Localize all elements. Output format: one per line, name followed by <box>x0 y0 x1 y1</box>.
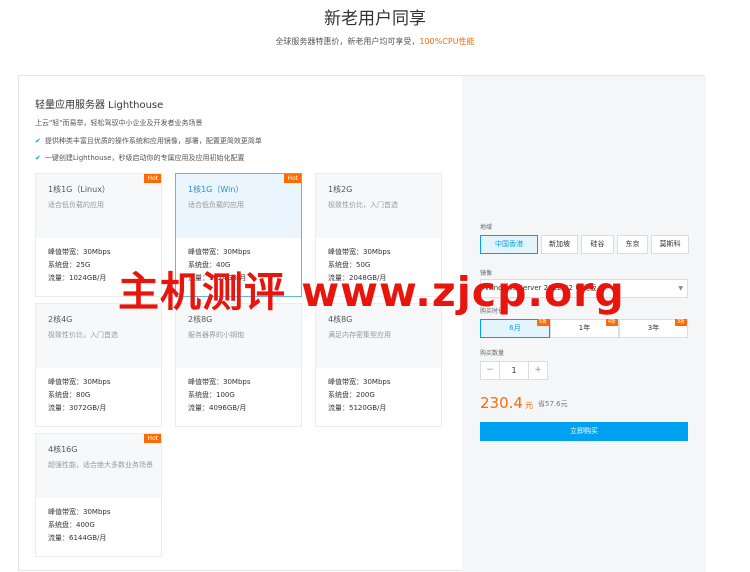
subtitle-text: 全球服务器特惠价，新老用户均可享受， <box>275 37 420 46</box>
plan-bandwidth: 峰值带宽：30Mbps <box>188 378 251 386</box>
plan-disk: 系统盘：200G <box>328 391 375 399</box>
plan-card-2c8g[interactable]: 2核8G 服务器界的小钢炮 峰值带宽：30Mbps 系统盘：100G 流量：40… <box>175 303 302 427</box>
buy-now-button[interactable]: 立即购买 <box>480 422 688 441</box>
check-icon: ✔ <box>35 154 41 162</box>
region-option-singapore[interactable]: 新加坡 <box>541 235 578 254</box>
quantity-label: 购买数量 <box>480 350 505 357</box>
page-title: 新老用户同享 <box>324 9 426 29</box>
quantity-input[interactable]: 1 <box>500 362 528 379</box>
subtitle-highlight: 100%CPU性能 <box>419 37 475 46</box>
hot-badge: Hot <box>284 174 301 183</box>
hot-badge: Hot <box>144 174 161 183</box>
plan-description: 超强性能，适合绝大多数业务场景 <box>48 461 153 469</box>
plan-traffic: 流量：3072GB/月 <box>48 404 107 412</box>
plan-name: 1核1G（Win） <box>188 185 244 194</box>
plan-description: 极致性价比，入门首选 <box>48 331 118 339</box>
feature-text: 一键创建Lighthouse，秒级启动你的专属应用及应用初始化配置 <box>44 154 245 162</box>
region-label: 地域 <box>480 224 493 231</box>
plan-traffic: 流量：4096GB/月 <box>188 404 247 412</box>
plan-disk: 系统盘：400G <box>48 521 95 529</box>
plan-card-4c8g[interactable]: 4核8G 满足内存密集型应用 峰值带宽：30Mbps 系统盘：200G 流量：5… <box>315 303 442 427</box>
hot-badge: Hot <box>144 434 161 443</box>
duration-text: 3年 <box>647 324 660 332</box>
decrement-button[interactable]: − <box>481 362 500 379</box>
region-option-moscow[interactable]: 莫斯科 <box>651 235 689 254</box>
plan-bandwidth: 峰值带宽：30Mbps <box>48 508 111 516</box>
check-icon: ✔ <box>35 137 41 145</box>
feature-item: ✔ 一键创建Lighthouse，秒级启动你的专属应用及应用初始化配置 <box>35 153 244 163</box>
feature-item: ✔ 提供种类丰富且优质的操作系统和应用镜像，部署，配置更简效更简单 <box>35 136 262 146</box>
price-display: 230.4 元 <box>480 394 533 412</box>
plan-name: 1核2G <box>328 185 353 194</box>
increment-button[interactable]: + <box>528 362 547 379</box>
duration-option-6m[interactable]: 6月 5折 <box>480 319 550 338</box>
plan-traffic: 流量：1024GB/月 <box>48 274 107 282</box>
plan-description: 服务器界的小钢炮 <box>188 331 244 339</box>
price-unit: 元 <box>524 401 533 410</box>
feature-text: 提供种类丰富且优质的操作系统和应用镜像，部署，配置更简效更简单 <box>44 137 262 145</box>
region-option-hongkong[interactable]: 中国香港 <box>480 235 538 254</box>
plan-specs: 峰值带宽：30Mbps 系统盘：400G 流量：6144GB/月 <box>36 498 161 556</box>
product-description: 上云"轻"而易举，轻松驾驭中小企业及开发者业务场景 <box>35 119 203 127</box>
discount-badge: 5折 <box>536 319 549 326</box>
plan-traffic: 流量：6144GB/月 <box>48 534 107 542</box>
plan-bandwidth: 峰值带宽：30Mbps <box>48 378 111 386</box>
quantity-stepper: − 1 + <box>480 361 548 380</box>
plan-specs: 峰值带宽：30Mbps 系统盘：80G 流量：3072GB/月 <box>36 368 161 426</box>
plan-disk: 系统盘：25G <box>48 261 91 269</box>
plan-card-2c4g[interactable]: 2核4G 极致性价比，入门首选 峰值带宽：30Mbps 系统盘：80G 流量：3… <box>35 303 162 427</box>
saving-text: 省57.6元 <box>538 400 568 408</box>
region-option-siliconvalley[interactable]: 硅谷 <box>581 235 614 254</box>
duration-text: 1年 <box>578 324 591 332</box>
order-sidebar: 地域 中国香港 新加坡 硅谷 东京 莫斯科 镜像 Windows Server … <box>462 76 706 572</box>
plan-disk: 系统盘：80G <box>48 391 91 399</box>
plan-name: 2核4G <box>48 315 73 324</box>
region-option-tokyo[interactable]: 东京 <box>617 235 648 254</box>
plan-bandwidth: 峰值带宽：30Mbps <box>188 248 251 256</box>
duration-text: 6月 <box>509 324 521 332</box>
page-subtitle: 全球服务器特惠价，新老用户均可享受，100%CPU性能 <box>0 36 750 47</box>
plan-traffic: 流量：5120GB/月 <box>328 404 387 412</box>
plan-name: 4核16G <box>48 445 78 454</box>
discount-badge: 4折 <box>605 319 618 326</box>
discount-badge: 3折 <box>674 319 687 326</box>
plan-bandwidth: 峰值带宽：30Mbps <box>328 248 391 256</box>
duration-option-1y[interactable]: 1年 4折 <box>550 319 619 338</box>
duration-option-3y[interactable]: 3年 3折 <box>619 319 688 338</box>
plan-bandwidth: 峰值带宽：30Mbps <box>328 378 391 386</box>
plan-name: 1核1G（Linux） <box>48 185 110 194</box>
product-title: 轻量应用服务器 Lighthouse <box>35 100 164 111</box>
plan-description: 适合低负载的应用 <box>48 201 104 209</box>
chevron-down-icon: ▼ <box>678 285 683 292</box>
plan-description: 极致性价比，入门首选 <box>328 201 398 209</box>
plan-card-4c16g[interactable]: Hot 4核16G 超强性能，适合绝大多数业务场景 峰值带宽：30Mbps 系统… <box>35 433 162 557</box>
plan-specs: 峰值带宽：30Mbps 系统盘：200G 流量：5120GB/月 <box>316 368 441 426</box>
purchase-panel: 轻量应用服务器 Lighthouse 上云"轻"而易举，轻松驾驭中小企业及开发者… <box>18 75 706 572</box>
plan-description: 满足内存密集型应用 <box>328 331 391 339</box>
plan-description: 适合低负载的应用 <box>188 201 244 209</box>
watermark-text: 主机测评 www.zjcp.org <box>118 268 625 316</box>
price-value: 230.4 <box>480 394 523 412</box>
plan-disk: 系统盘：100G <box>188 391 235 399</box>
plan-bandwidth: 峰值带宽：30Mbps <box>48 248 111 256</box>
plan-specs: 峰值带宽：30Mbps 系统盘：100G 流量：4096GB/月 <box>176 368 301 426</box>
